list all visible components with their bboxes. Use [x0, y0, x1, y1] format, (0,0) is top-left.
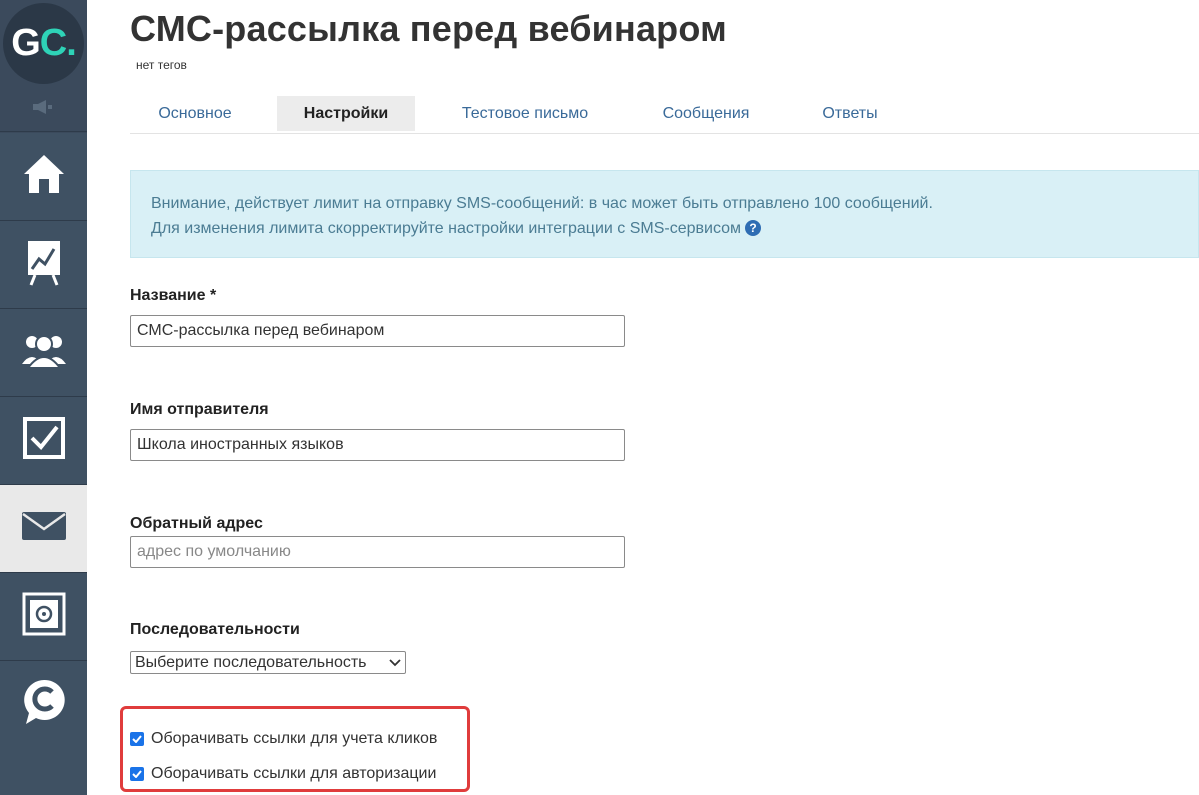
name-field[interactable]: [130, 315, 625, 347]
sidebar-item-users[interactable]: [0, 309, 87, 397]
safe-icon: [22, 592, 66, 641]
reply-address-label: Обратный адрес: [130, 515, 263, 532]
logo-area: GC.: [0, 0, 87, 88]
alert-line-1: Внимание, действует лимит на отправку SM…: [151, 195, 933, 212]
limit-alert: Внимание, действует лимит на отправку SM…: [130, 170, 1199, 258]
tags-label[interactable]: нет тегов: [136, 58, 187, 72]
wrap-auth-option[interactable]: Оборачивать ссылки для авторизации: [130, 765, 436, 783]
help-icon[interactable]: ?: [745, 220, 762, 236]
sidebar-bottom: [0, 748, 87, 795]
chart-board-icon: [24, 237, 64, 292]
sidebar-item-messages[interactable]: [0, 485, 87, 573]
tab-bar: Основное Настройки Тестовое письмо Сообщ…: [130, 96, 1199, 134]
logo[interactable]: GC.: [3, 3, 84, 84]
sidebar: GC.: [0, 0, 87, 795]
sidebar-item-reports[interactable]: [0, 221, 87, 309]
wrap-clicks-checkbox[interactable]: [130, 732, 144, 746]
wrap-auth-checkbox[interactable]: [130, 767, 144, 781]
tab-replies[interactable]: Ответы: [800, 96, 900, 131]
tab-settings[interactable]: Настройки: [277, 96, 415, 131]
wrap-clicks-option[interactable]: Оборачивать ссылки для учета кликов: [130, 730, 437, 748]
tab-main[interactable]: Основное: [130, 96, 260, 131]
wrap-auth-label: Оборачивать ссылки для авторизации: [151, 765, 437, 782]
sidebar-item-sales[interactable]: [0, 573, 87, 661]
logo-text: GC.: [11, 22, 77, 64]
tab-test-letter[interactable]: Тестовое письмо: [440, 96, 610, 131]
sidebar-item-home[interactable]: [0, 133, 87, 221]
users-icon: [20, 330, 68, 375]
sequence-label: Последовательности: [130, 621, 300, 638]
alert-line-2: Для изменения лимита скорректируйте наст…: [151, 216, 1178, 241]
checkbox-icon: [22, 416, 66, 465]
sidebar-item-tasks[interactable]: [0, 397, 87, 485]
main-content: СМС-рассылка перед вебинаром нет тегов О…: [87, 0, 1199, 795]
tab-messages[interactable]: Сообщения: [640, 96, 772, 131]
sequence-select[interactable]: Выберите последовательность: [130, 651, 406, 674]
page-title: СМС-рассылка перед вебинаром: [130, 8, 727, 49]
name-label: Название *: [130, 287, 217, 304]
megaphone-icon: [31, 99, 57, 120]
sender-label: Имя отправителя: [130, 401, 269, 418]
chat-c-icon: [22, 678, 66, 731]
reply-address-field[interactable]: [130, 536, 625, 568]
sidebar-item-chats[interactable]: [0, 661, 87, 749]
home-icon: [21, 152, 67, 201]
wrap-clicks-label: Оборачивать ссылки для учета кликов: [151, 730, 438, 747]
envelope-icon: [21, 511, 67, 546]
sequence-selected-value: Выберите последовательность: [135, 653, 367, 671]
chevron-down-icon: [389, 654, 401, 672]
sender-field[interactable]: [130, 429, 625, 461]
announcement-button[interactable]: [0, 88, 87, 132]
